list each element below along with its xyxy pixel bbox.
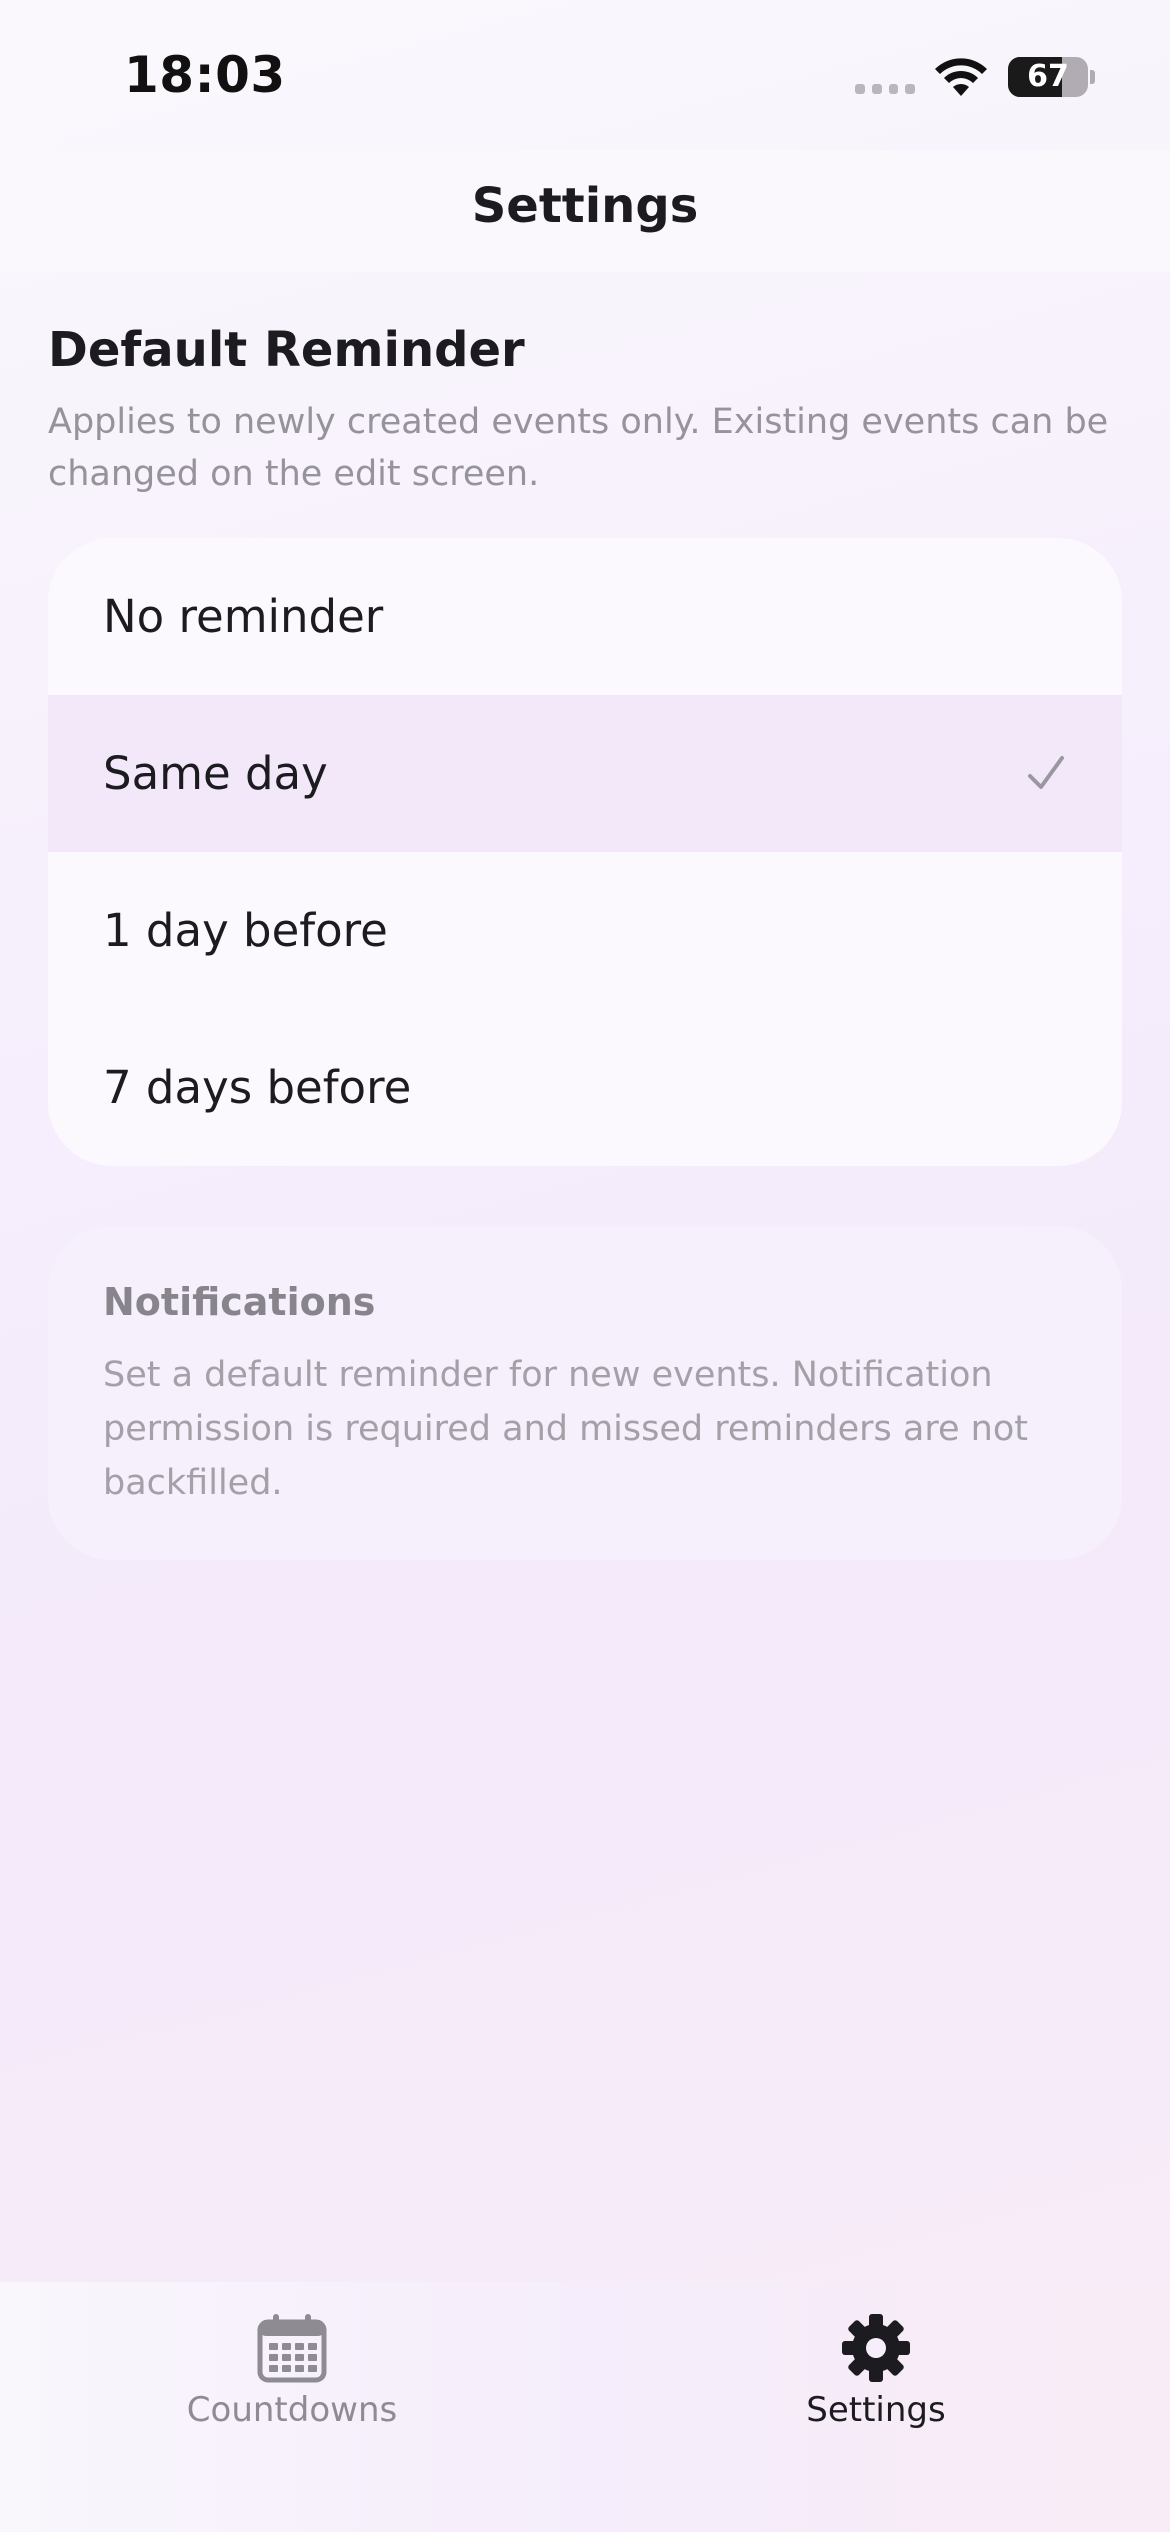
notifications-info-card: Notifications Set a default reminder for…: [48, 1226, 1122, 1560]
reminder-option-no-reminder[interactable]: No reminder: [48, 538, 1122, 695]
option-label: 7 days before: [103, 1061, 412, 1114]
cellular-signal-icon: [855, 84, 915, 94]
page-title: Settings: [471, 178, 699, 234]
reminder-option-1-day-before[interactable]: 1 day before: [48, 852, 1122, 1009]
option-label: 1 day before: [103, 904, 388, 957]
status-time: 18:03: [124, 46, 286, 104]
tab-settings[interactable]: Settings: [676, 2312, 1076, 2462]
battery-icon: 67: [1008, 57, 1088, 97]
reminder-option-7-days-before[interactable]: 7 days before: [48, 1009, 1122, 1166]
option-label: No reminder: [103, 590, 384, 643]
tab-bar: Countdowns Settings: [0, 2282, 1170, 2532]
section-title: Default Reminder: [48, 322, 525, 378]
nav-bar: Settings: [0, 150, 1170, 272]
section-description: Applies to newly created events only. Ex…: [48, 402, 1109, 494]
tab-label: Countdowns: [186, 2390, 398, 2430]
tab-label: Settings: [806, 2390, 946, 2430]
battery-level: 67: [1027, 59, 1069, 94]
checkmark-icon: [1028, 755, 1064, 789]
option-label: Same day: [103, 747, 328, 800]
gear-icon: [842, 2314, 910, 2382]
info-title: Notifications: [103, 1280, 376, 1324]
info-body: Set a default reminder for new events. N…: [103, 1355, 1028, 1503]
calendar-icon: [257, 2314, 327, 2383]
status-bar: 18:03 67: [0, 0, 1170, 150]
wifi-icon: [935, 58, 987, 96]
reminder-options-list: No reminder Same day 1 day before 7 days…: [48, 538, 1122, 1166]
tab-countdowns[interactable]: Countdowns: [92, 2312, 492, 2462]
reminder-option-same-day[interactable]: Same day: [48, 695, 1122, 852]
battery-nub: [1090, 70, 1095, 84]
